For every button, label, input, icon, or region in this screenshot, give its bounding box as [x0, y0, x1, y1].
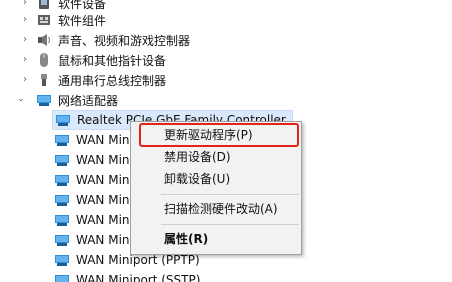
- network-card-icon: [54, 152, 70, 168]
- network-card-icon: [54, 192, 70, 208]
- menu-separator: [161, 224, 299, 225]
- usb-icon: [36, 72, 52, 88]
- device-manager-tree-view: › 软件设备 › 软件组件 › 声音、视频和游戏控制器 › 鼠标和其他指针设备 …: [0, 0, 452, 282]
- network-card-icon: [54, 252, 70, 268]
- chevron-right-icon[interactable]: ›: [20, 55, 30, 65]
- network-card-icon: [54, 212, 70, 228]
- network-adapter-label: WAN Miniport (PPTP): [76, 253, 200, 267]
- speaker-icon: [36, 32, 52, 48]
- network-card-icon: [55, 112, 71, 128]
- mouse-icon: [36, 52, 52, 68]
- network-adapter-item[interactable]: WAN Miniport (SSTP): [52, 270, 200, 282]
- tree-item-mouse-pointing[interactable]: › 鼠标和其他指针设备: [20, 50, 166, 70]
- tree-item-label: 网络适配器: [58, 93, 119, 108]
- tree-item-network-adapters[interactable]: › 网络适配器: [15, 90, 118, 110]
- network-card-icon: [54, 232, 70, 248]
- tree-item-label: 软件组件: [58, 13, 107, 28]
- chevron-down-icon[interactable]: ›: [15, 95, 26, 105]
- network-adapter-icon: [36, 92, 52, 108]
- tree-item-software-components[interactable]: › 软件组件: [20, 10, 106, 30]
- network-card-icon: [54, 272, 70, 282]
- context-menu: 更新驱动程序(P) 禁用设备(D) 卸载设备(U) 扫描检测硬件改动(A) 属性…: [130, 121, 302, 255]
- menu-item-uninstall-device[interactable]: 卸载设备(U): [131, 168, 301, 190]
- chevron-right-icon[interactable]: ›: [20, 75, 30, 85]
- network-card-icon: [54, 172, 70, 188]
- menu-item-update-driver[interactable]: 更新驱动程序(P): [131, 124, 301, 146]
- tree-item-label: 通用串行总线控制器: [58, 73, 167, 88]
- tree-item-usb-controllers[interactable]: › 通用串行总线控制器: [20, 70, 166, 90]
- software-component-icon: [36, 12, 52, 28]
- tree-item-sound-video-game[interactable]: › 声音、视频和游戏控制器: [20, 30, 190, 50]
- chevron-right-icon[interactable]: ›: [20, 15, 30, 25]
- menu-separator: [161, 194, 299, 195]
- chevron-right-icon[interactable]: ›: [20, 35, 30, 45]
- chevron-right-icon[interactable]: ›: [20, 0, 30, 8]
- menu-item-scan-hardware-changes[interactable]: 扫描检测硬件改动(A): [131, 198, 301, 220]
- network-card-icon: [54, 132, 70, 148]
- network-adapter-label: WAN Miniport (SSTP): [76, 273, 201, 282]
- tree-item-label: 鼠标和其他指针设备: [58, 53, 167, 68]
- menu-item-disable-device[interactable]: 禁用设备(D): [131, 146, 301, 168]
- menu-item-properties[interactable]: 属性(R): [131, 228, 301, 250]
- tree-item-label: 声音、视频和游戏控制器: [58, 33, 191, 48]
